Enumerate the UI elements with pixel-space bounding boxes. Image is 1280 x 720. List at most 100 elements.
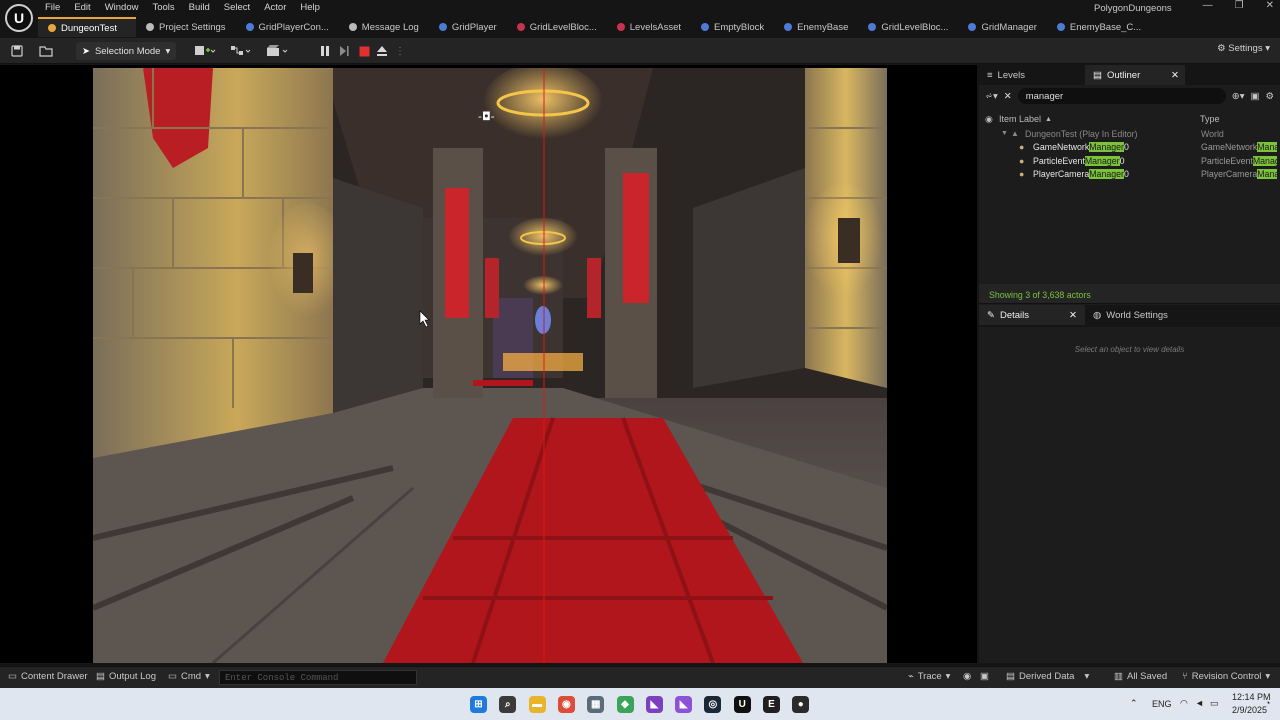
outliner-row[interactable]: ● PlayerCameraManager0 PlayerCameraMana — [979, 168, 1280, 182]
trace-dropdown[interactable]: ⌁ Trace ▾ — [908, 671, 950, 682]
asset-type-icon — [784, 23, 793, 31]
eject-button[interactable] — [375, 43, 389, 59]
tab-gridlevelbloc[interactable]: GridLevelBloc... — [507, 17, 607, 37]
snapshot-icon[interactable]: ▣ — [980, 671, 989, 682]
expand-arrow-icon[interactable]: ▼ — [1001, 130, 1008, 137]
cmd-dropdown[interactable]: ▭ Cmd ▾ — [168, 671, 210, 682]
revision-control-dropdown[interactable]: ⑂ Revision Control ▾ — [1182, 671, 1270, 682]
tab-label: LevelsAsset — [629, 21, 681, 33]
app-green-icon[interactable]: ◆ — [616, 696, 634, 713]
label-prefix: PlayerCamera — [1033, 169, 1090, 180]
stop-button[interactable] — [357, 43, 371, 59]
minimize-icon[interactable]: — — [1203, 0, 1213, 11]
visual-studio-alt-icon[interactable]: ◣ — [675, 696, 693, 713]
battery-icon[interactable]: ▭ — [1210, 698, 1219, 709]
derived-data-dropdown[interactable]: ▤ Derived Data ▾ — [1006, 671, 1089, 682]
tab-levelsasset[interactable]: LevelsAsset — [607, 17, 691, 37]
label-prefix: GameNetwork — [1033, 142, 1090, 153]
calculator-icon[interactable]: ▦ — [587, 696, 605, 713]
add-filter-icon[interactable]: ⊕▾ — [1232, 91, 1245, 102]
steam-icon[interactable]: ◎ — [704, 696, 722, 713]
tab-project-settings[interactable]: Project Settings — [136, 17, 236, 37]
tab-gridplayercon[interactable]: GridPlayerCon... — [236, 17, 339, 37]
volume-icon[interactable]: ◄ — [1195, 698, 1204, 708]
windows-start-icon[interactable]: ⊞ — [470, 696, 487, 713]
save-icon[interactable] — [10, 43, 24, 59]
close-icon[interactable]: ✕ — [1069, 310, 1077, 321]
unreal-engine-icon[interactable]: U — [733, 696, 751, 713]
actor-type: ParticleEventManag — [1201, 155, 1277, 166]
epic-games-icon[interactable]: E — [763, 696, 780, 713]
outliner-search-input[interactable]: manager — [1017, 88, 1226, 104]
all-saved-button[interactable]: ▥ All Saved — [1114, 671, 1167, 682]
blueprints-button[interactable] — [229, 43, 253, 59]
tab-dungeontest[interactable]: DungeonTest — [38, 17, 136, 37]
tab-enemybase[interactable]: EnemyBase — [774, 17, 858, 37]
tab-details[interactable]: ✎ Details ✕ — [979, 305, 1085, 325]
unreal-logo-icon[interactable]: U — [5, 4, 33, 32]
close-icon[interactable]: ✕ — [1171, 70, 1179, 81]
content-browser-icon[interactable] — [38, 43, 54, 59]
filter-icon[interactable]: ⩫▾ — [985, 91, 998, 102]
add-actor-button[interactable] — [193, 43, 217, 59]
menu-file[interactable]: File — [38, 2, 67, 14]
outliner-row[interactable]: ●ParticleEventManager0ParticleEventManag — [979, 154, 1280, 168]
tab-gridmanager[interactable]: GridManager — [958, 17, 1046, 37]
chevron-up-icon[interactable]: ⌃ — [1130, 698, 1138, 709]
gear-icon[interactable]: ⚙ — [1265, 91, 1274, 102]
tab-enemybase-c[interactable]: EnemyBase_C... — [1047, 17, 1151, 37]
save-stack-icon: ▥ — [1114, 671, 1123, 682]
world-row[interactable]: ▼ ▲ DungeonTest (Play In Editor) World — [979, 127, 1280, 141]
selection-mode-dropdown[interactable]: ➤ Selection Mode ▾ — [76, 42, 177, 60]
pause-button[interactable] — [318, 43, 332, 59]
content-drawer-button[interactable]: ▭ Content Drawer — [8, 671, 88, 682]
outliner-row[interactable]: ● GameNetworkManager0 GameNetworkMana — [979, 141, 1280, 155]
visual-studio-icon[interactable]: ◣ — [645, 696, 663, 713]
output-log-button[interactable]: ▤ Output Log — [96, 671, 156, 682]
new-folder-icon[interactable]: ▣ — [1250, 91, 1259, 102]
pencil-icon: ✎ — [987, 309, 995, 321]
frame-skip-button[interactable] — [337, 43, 351, 59]
console-command-input[interactable]: Enter Console Command — [219, 670, 417, 685]
language-indicator[interactable]: ENG — [1152, 699, 1172, 709]
menu-window[interactable]: Window — [98, 2, 146, 14]
col-type[interactable]: Type — [1200, 114, 1220, 124]
search-icon[interactable]: ⌕ — [499, 696, 517, 713]
tab-levels[interactable]: ≡ Levels — [979, 65, 1033, 85]
clear-search-icon[interactable]: ✕ — [1004, 91, 1012, 102]
menu-select[interactable]: Select — [217, 2, 257, 14]
restore-icon[interactable]: ❐ — [1235, 0, 1244, 11]
selection-mode-label: Selection Mode — [94, 45, 161, 57]
play-options-icon[interactable]: ⋮ — [395, 43, 405, 59]
menu-build[interactable]: Build — [182, 2, 217, 14]
file-explorer-icon[interactable]: ▬ — [528, 696, 546, 713]
tab-world-settings[interactable]: ◍ World Settings — [1085, 305, 1176, 325]
level-viewport[interactable]: -◘- — [0, 65, 977, 663]
tab-gridlevelbloc[interactable]: GridLevelBloc... — [858, 17, 958, 37]
output-log-label: Output Log — [108, 671, 156, 682]
type-prefix: ParticleEvent — [1201, 155, 1253, 166]
label-suffix: 0 — [1123, 142, 1129, 153]
game-scene-render[interactable]: -◘- — [93, 68, 887, 663]
clock-date[interactable]: 2/9/2025 — [1232, 705, 1267, 715]
trace-label: Trace — [917, 671, 942, 682]
cinematics-button[interactable] — [265, 43, 291, 59]
close-icon[interactable]: ✕ — [1266, 0, 1274, 11]
menu-tools[interactable]: Tools — [145, 2, 181, 14]
tab-outliner[interactable]: ▤ Outliner ✕ — [1085, 65, 1185, 85]
menu-edit[interactable]: Edit — [67, 2, 97, 14]
tab-emptyblock[interactable]: EmptyBlock — [691, 17, 774, 37]
menu-help[interactable]: Help — [293, 2, 327, 14]
chrome-icon[interactable]: ◉ — [557, 696, 575, 713]
tab-message-log[interactable]: Message Log — [339, 17, 429, 37]
record-icon[interactable]: ◉ — [963, 671, 971, 682]
col-item-label[interactable]: Item Label — [999, 114, 1041, 124]
levels-icon: ≡ — [987, 69, 993, 81]
obs-icon[interactable]: ● — [792, 696, 810, 713]
visibility-eye-icon[interactable]: ◉ — [985, 114, 993, 125]
wifi-icon[interactable]: ◠ — [1180, 698, 1188, 709]
menu-actor[interactable]: Actor — [257, 2, 293, 14]
settings-button[interactable]: ⚙ Settings ▾ — [1217, 43, 1270, 54]
notification-icon[interactable]: ◔ — [1265, 698, 1270, 708]
tab-gridplayer[interactable]: GridPlayer — [429, 17, 507, 37]
